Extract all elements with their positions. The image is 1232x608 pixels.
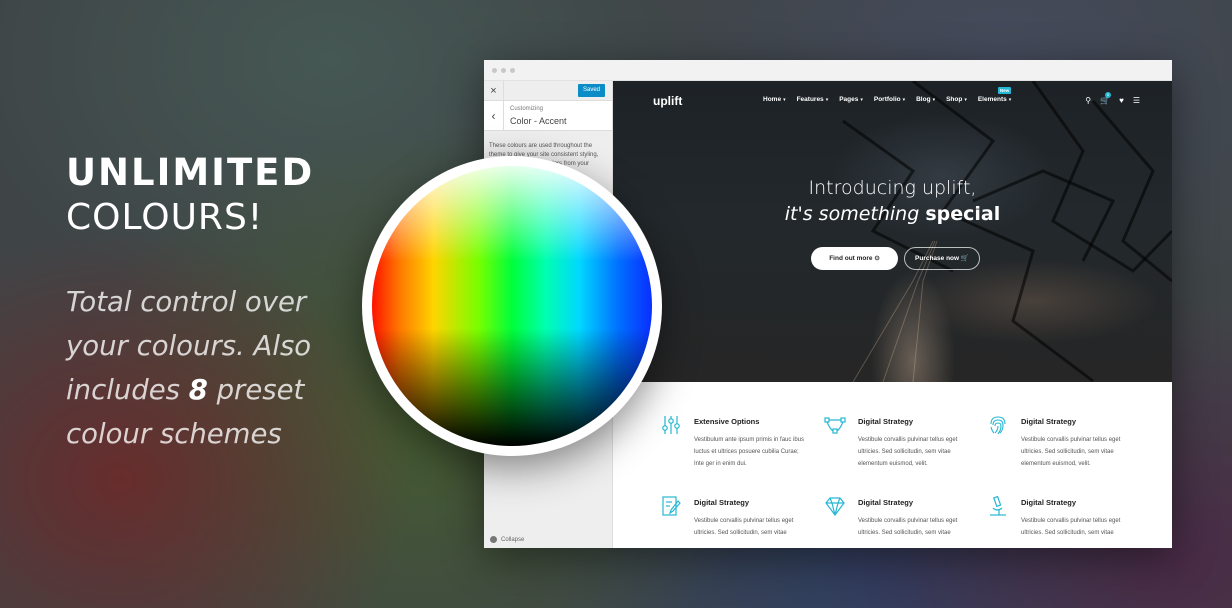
vector-nodes-icon: [824, 417, 846, 434]
site-logo[interactable]: uplift: [653, 94, 682, 108]
nav-item-home[interactable]: Home ▾: [763, 96, 786, 103]
nav-item-shop[interactable]: Shop ▾: [946, 96, 967, 103]
feature-text: Vestibule corvallis pulvinar tellus eget…: [1021, 437, 1121, 467]
window-dot-icon: [510, 68, 515, 73]
feature-title: Digital Strategy: [858, 417, 914, 426]
promo-title-line1: UNLIMITED: [66, 151, 315, 194]
feature-text: Vestibulum ante ipsum primis in fauc ibu…: [694, 437, 805, 467]
nav-label: Pages: [839, 96, 859, 103]
nav-label: Home: [763, 96, 782, 103]
promo-block: UNLIMITED COLOURS! Total control over yo…: [66, 150, 356, 456]
find-out-more-button[interactable]: Find out more ⊙: [811, 247, 898, 270]
saved-button[interactable]: Saved: [577, 84, 605, 97]
nav-item-elements[interactable]: New Elements ▾: [977, 87, 1012, 103]
purchase-now-button[interactable]: Purchase now 🛒: [904, 247, 980, 270]
microscope-icon: [990, 495, 1006, 516]
collapse-button[interactable]: Collapse: [490, 536, 524, 543]
features-section: Extensive Options Vestibulum ante ipsum …: [613, 382, 1172, 548]
heart-icon[interactable]: ♥: [1119, 96, 1124, 105]
nav-label: Shop: [946, 96, 963, 103]
back-icon[interactable]: ‹: [484, 101, 504, 131]
site-preview: uplift Home ▾ Features ▾ Pages ▾ Portfolio ▾…: [613, 81, 1172, 548]
customizer-section-header: ‹ Customizing Color - Accent: [484, 101, 612, 131]
feature-title: Digital Strategy: [694, 498, 750, 507]
window-dot-icon: [501, 68, 506, 73]
hero-background-image: [842, 81, 1172, 382]
feature-text: Vestibule corvallis pulvinar tellus eget…: [858, 437, 958, 467]
color-spectrum[interactable]: [372, 166, 652, 446]
nav-item-features[interactable]: Features ▾: [797, 96, 829, 103]
close-icon[interactable]: ×: [484, 81, 504, 101]
hero-title: Introducing uplift,: [808, 177, 977, 199]
nav-item-blog[interactable]: Blog ▾: [916, 96, 935, 103]
section-title: Color - Accent: [510, 116, 567, 126]
nav-item-portfolio[interactable]: Portfolio ▾: [874, 96, 905, 103]
nav-item-pages[interactable]: Pages ▾: [839, 96, 863, 103]
customizer-header: × Saved: [484, 81, 612, 101]
customizing-label: Customizing: [510, 106, 544, 112]
chevron-down-icon: ▾: [825, 97, 829, 103]
feature-title: Extensive Options: [694, 417, 760, 426]
new-badge: New: [997, 87, 1012, 94]
sliders-icon: [662, 416, 680, 434]
collapse-label: Collapse: [501, 536, 525, 543]
search-icon[interactable]: ⚲: [1085, 96, 1091, 105]
feature-title: Digital Strategy: [1021, 417, 1077, 426]
feature-text: Vestibule corvallis pulvinar tellus eget…: [1021, 518, 1121, 536]
chevron-down-icon: ▾: [1008, 97, 1012, 103]
collapse-icon: [490, 536, 497, 543]
header-icons: ⚲ 🛒 0 ♥ ☰: [1085, 92, 1140, 105]
chevron-down-icon: ▾: [932, 97, 936, 103]
fingerprint-icon: [990, 416, 1006, 435]
chevron-down-icon: ▾: [783, 97, 786, 103]
hero-section: uplift Home ▾ Features ▾ Pages ▾ Portfolio ▾…: [613, 81, 1172, 382]
window-dot-icon: [492, 68, 497, 73]
site-nav: Home ▾ Features ▾ Pages ▾ Portfolio ▾ Blog ▾ …: [763, 87, 1012, 103]
feature-text: Vestibule corvallis pulvinar tellus eget…: [694, 518, 794, 536]
nav-label: Elements: [977, 96, 1007, 103]
document-edit-icon: [662, 496, 681, 516]
cart-icon[interactable]: 🛒 0: [1100, 92, 1112, 105]
hero-subtitle-italic: it's something: [784, 203, 920, 225]
chevron-down-icon: ▾: [964, 97, 967, 103]
chevron-down-icon: ▾: [860, 97, 863, 103]
color-picker[interactable]: [362, 156, 662, 456]
window-titlebar: [484, 60, 1172, 81]
diamond-icon: [825, 497, 845, 516]
feature-text: Vestibule corvallis pulvinar tellus eget…: [858, 518, 958, 536]
promo-title-line2: COLOURS!: [66, 197, 264, 238]
nav-label: Features: [796, 96, 824, 103]
menu-icon[interactable]: ☰: [1133, 96, 1140, 105]
hero-subtitle: it's something special: [613, 203, 1172, 225]
promo-desc-number: 8: [188, 374, 208, 406]
chevron-down-icon: ▾: [902, 97, 906, 103]
hero-subtitle-bold: special: [925, 203, 1001, 225]
feature-title: Digital Strategy: [1021, 498, 1077, 507]
nav-label: Portfolio: [873, 96, 901, 103]
cart-count-badge: 0: [1105, 92, 1112, 98]
nav-label: Blog: [916, 96, 931, 103]
feature-title: Digital Strategy: [858, 498, 914, 507]
promo-description: Total control over your colours. Also in…: [66, 280, 356, 456]
